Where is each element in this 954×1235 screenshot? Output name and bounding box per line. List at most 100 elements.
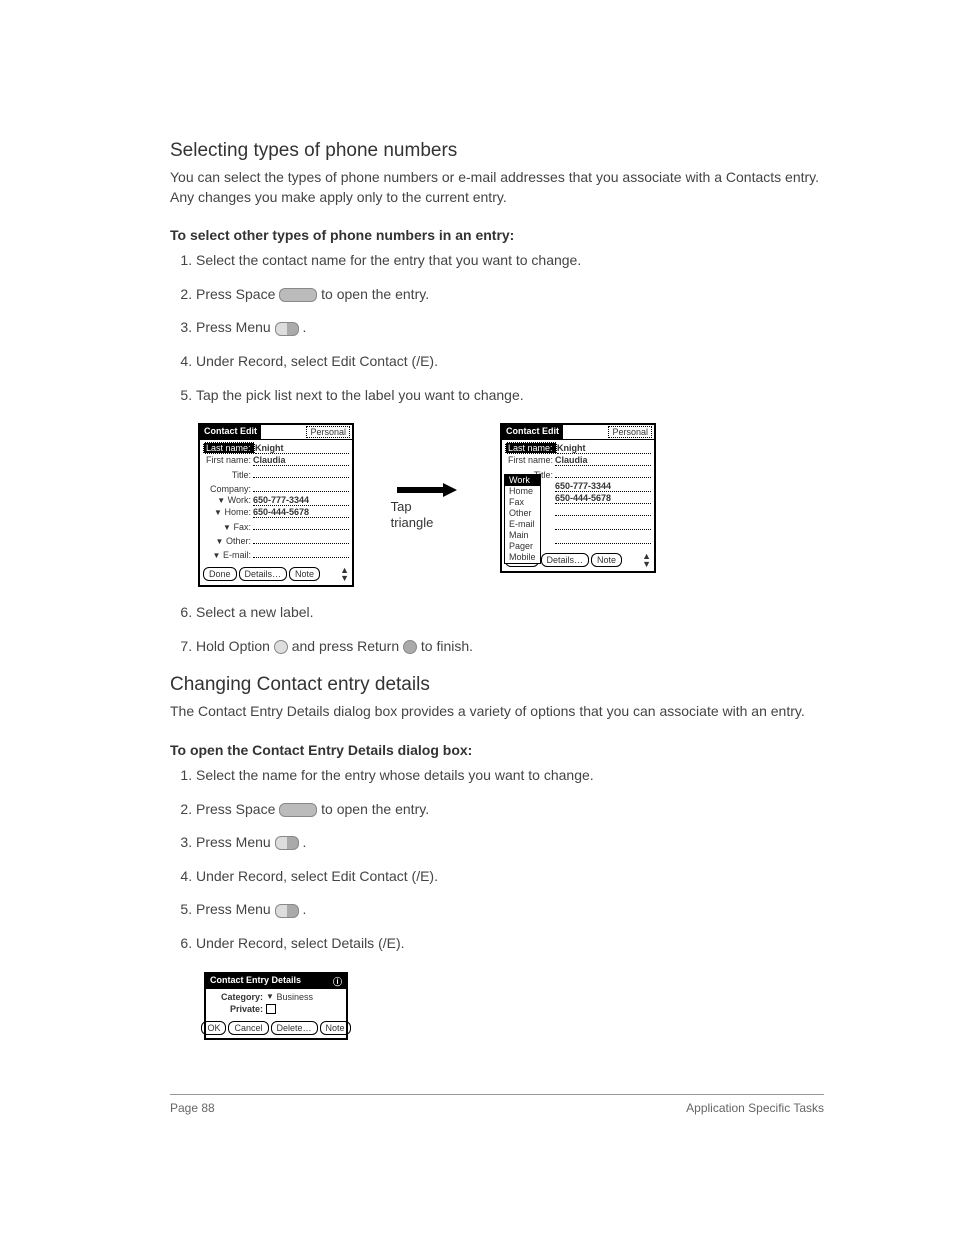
field-label: ▼ E-mail: xyxy=(203,550,253,560)
space-key-icon xyxy=(279,803,317,817)
field-label: ▼ Fax: xyxy=(203,522,253,532)
info-icon: ⓘ xyxy=(333,975,342,988)
picklist-item: E-mail xyxy=(505,519,540,530)
field-value xyxy=(555,505,651,516)
picklist-item: Home xyxy=(505,486,540,497)
step-2: Press Space to open the entry. xyxy=(196,285,824,305)
field-label: ▼ Home: xyxy=(203,507,253,517)
step-text: and press Return xyxy=(292,638,403,654)
picklist-item: Work xyxy=(505,475,540,486)
para-intro-1: You can select the types of phone number… xyxy=(170,168,824,207)
step-text: Press Space xyxy=(196,286,279,302)
picklist-item: Fax xyxy=(505,497,540,508)
space-key-icon xyxy=(279,288,317,302)
field-value: 650-444-5678 xyxy=(555,493,651,504)
field-value: Business xyxy=(276,992,313,1002)
pda-titlebar: Contact Edit Personal xyxy=(200,425,352,440)
step-text: Press Space xyxy=(196,801,279,817)
step-1: Select the contact name for the entry th… xyxy=(196,251,824,271)
menu-key-icon xyxy=(275,836,299,850)
field-value: Claudia xyxy=(555,455,651,466)
arrow-column: Taptriangle xyxy=(372,423,482,530)
scroll-icon: ▲▼ xyxy=(642,552,651,568)
details-button: Details… xyxy=(541,553,590,567)
triangle-icon: ▼ xyxy=(216,537,224,546)
step-text: Hold Option xyxy=(196,638,274,654)
heading-changing-details: Changing Contact entry details xyxy=(170,674,824,696)
step2-2: Press Space to open the entry. xyxy=(196,800,824,820)
field-value: 650-777-3344 xyxy=(555,481,651,492)
footer-page-number: Page 88 xyxy=(170,1101,215,1115)
step-text: to open the entry. xyxy=(321,801,429,817)
footer-section-title: Application Specific Tasks xyxy=(686,1101,824,1115)
field-value: Knight xyxy=(557,443,651,454)
picklist-item: Mobile xyxy=(505,552,540,563)
option-key-icon xyxy=(274,640,288,654)
subhead-1: To select other types of phone numbers i… xyxy=(170,227,824,243)
picklist-popup: Work Home Fax Other E-mail Main Pager Mo… xyxy=(504,474,541,564)
pda-title: Contact Edit xyxy=(200,425,261,439)
pda-category: Personal xyxy=(608,426,652,438)
step2-1: Select the name for the entry whose deta… xyxy=(196,766,824,786)
figure-caption: Taptriangle xyxy=(391,499,434,530)
step-text: to finish. xyxy=(421,638,473,654)
pda-screenshot-left: Contact Edit Personal Last name:Knight F… xyxy=(198,423,354,587)
cancel-button: Cancel xyxy=(228,1021,268,1035)
delete-button: Delete… xyxy=(271,1021,318,1035)
field-label: Last name: xyxy=(203,442,255,454)
page: Selecting types of phone numbers You can… xyxy=(0,0,954,1235)
triangle-icon: ▼ xyxy=(217,496,225,505)
return-key-icon xyxy=(403,640,417,654)
note-button: Note xyxy=(289,567,320,581)
field-label: Category: xyxy=(211,992,266,1002)
step-text: . xyxy=(302,834,306,850)
pda-body: Last name:Knight First name:Claudia Titl… xyxy=(502,440,654,549)
field-value xyxy=(555,519,651,530)
note-button: Note xyxy=(320,1021,351,1035)
field-value xyxy=(555,533,651,544)
step-3: Press Menu . xyxy=(196,318,824,338)
triangle-icon: ▼ xyxy=(213,551,221,560)
triangle-icon: ▼ xyxy=(223,523,231,532)
details-button: Details… xyxy=(239,567,288,581)
pda-title: Contact Edit xyxy=(502,425,563,439)
steps-list-1: Select the contact name for the entry th… xyxy=(170,251,824,405)
step2-4: Under Record, select Edit Contact (/E). xyxy=(196,867,824,887)
step-text: Press Menu xyxy=(196,901,275,917)
field-value xyxy=(253,481,349,492)
field-value xyxy=(253,519,349,530)
step-6: Select a new label. xyxy=(196,603,824,623)
field-label: Company: xyxy=(203,484,253,494)
field-value: Claudia xyxy=(253,455,349,466)
step-7: Hold Option and press Return to finish. xyxy=(196,637,824,657)
field-value xyxy=(253,467,349,478)
pda-footer: Done Details… Note ▲▼ xyxy=(200,563,352,585)
page-footer: Page 88 Application Specific Tasks xyxy=(170,1094,824,1115)
pda-screenshot-right: Contact Edit Personal Last name:Knight F… xyxy=(500,423,656,573)
pda-category: Personal xyxy=(306,426,350,438)
pda-body: Last name:Knight First name:Claudia Titl… xyxy=(200,440,352,563)
note-button: Note xyxy=(591,553,622,567)
field-value: 650-777-3344 xyxy=(253,495,349,506)
checkbox-icon xyxy=(266,1004,276,1014)
heading-selecting-types: Selecting types of phone numbers xyxy=(170,140,824,162)
field-label: ▼ Work: xyxy=(203,495,253,505)
field-value xyxy=(555,467,651,478)
ok-button: OK xyxy=(201,1021,226,1035)
steps-list-1b: Select a new label. Hold Option and pres… xyxy=(170,603,824,656)
step2-6: Under Record, select Details (/E). xyxy=(196,934,824,954)
step-5: Tap the pick list next to the label you … xyxy=(196,386,824,406)
field-value xyxy=(253,547,349,558)
menu-key-icon xyxy=(275,904,299,918)
step-text: . xyxy=(302,319,306,335)
step2-3: Press Menu . xyxy=(196,833,824,853)
triangle-icon: ▼ xyxy=(266,992,274,1001)
scroll-icon: ▲▼ xyxy=(340,566,349,582)
step-text: Press Menu xyxy=(196,834,275,850)
field-label: Title: xyxy=(203,470,253,480)
field-label: First name: xyxy=(505,455,555,465)
step-text: Press Menu xyxy=(196,319,275,335)
step-text: . xyxy=(302,901,306,917)
field-value: 650-444-5678 xyxy=(253,507,349,518)
done-button: Done xyxy=(203,567,237,581)
